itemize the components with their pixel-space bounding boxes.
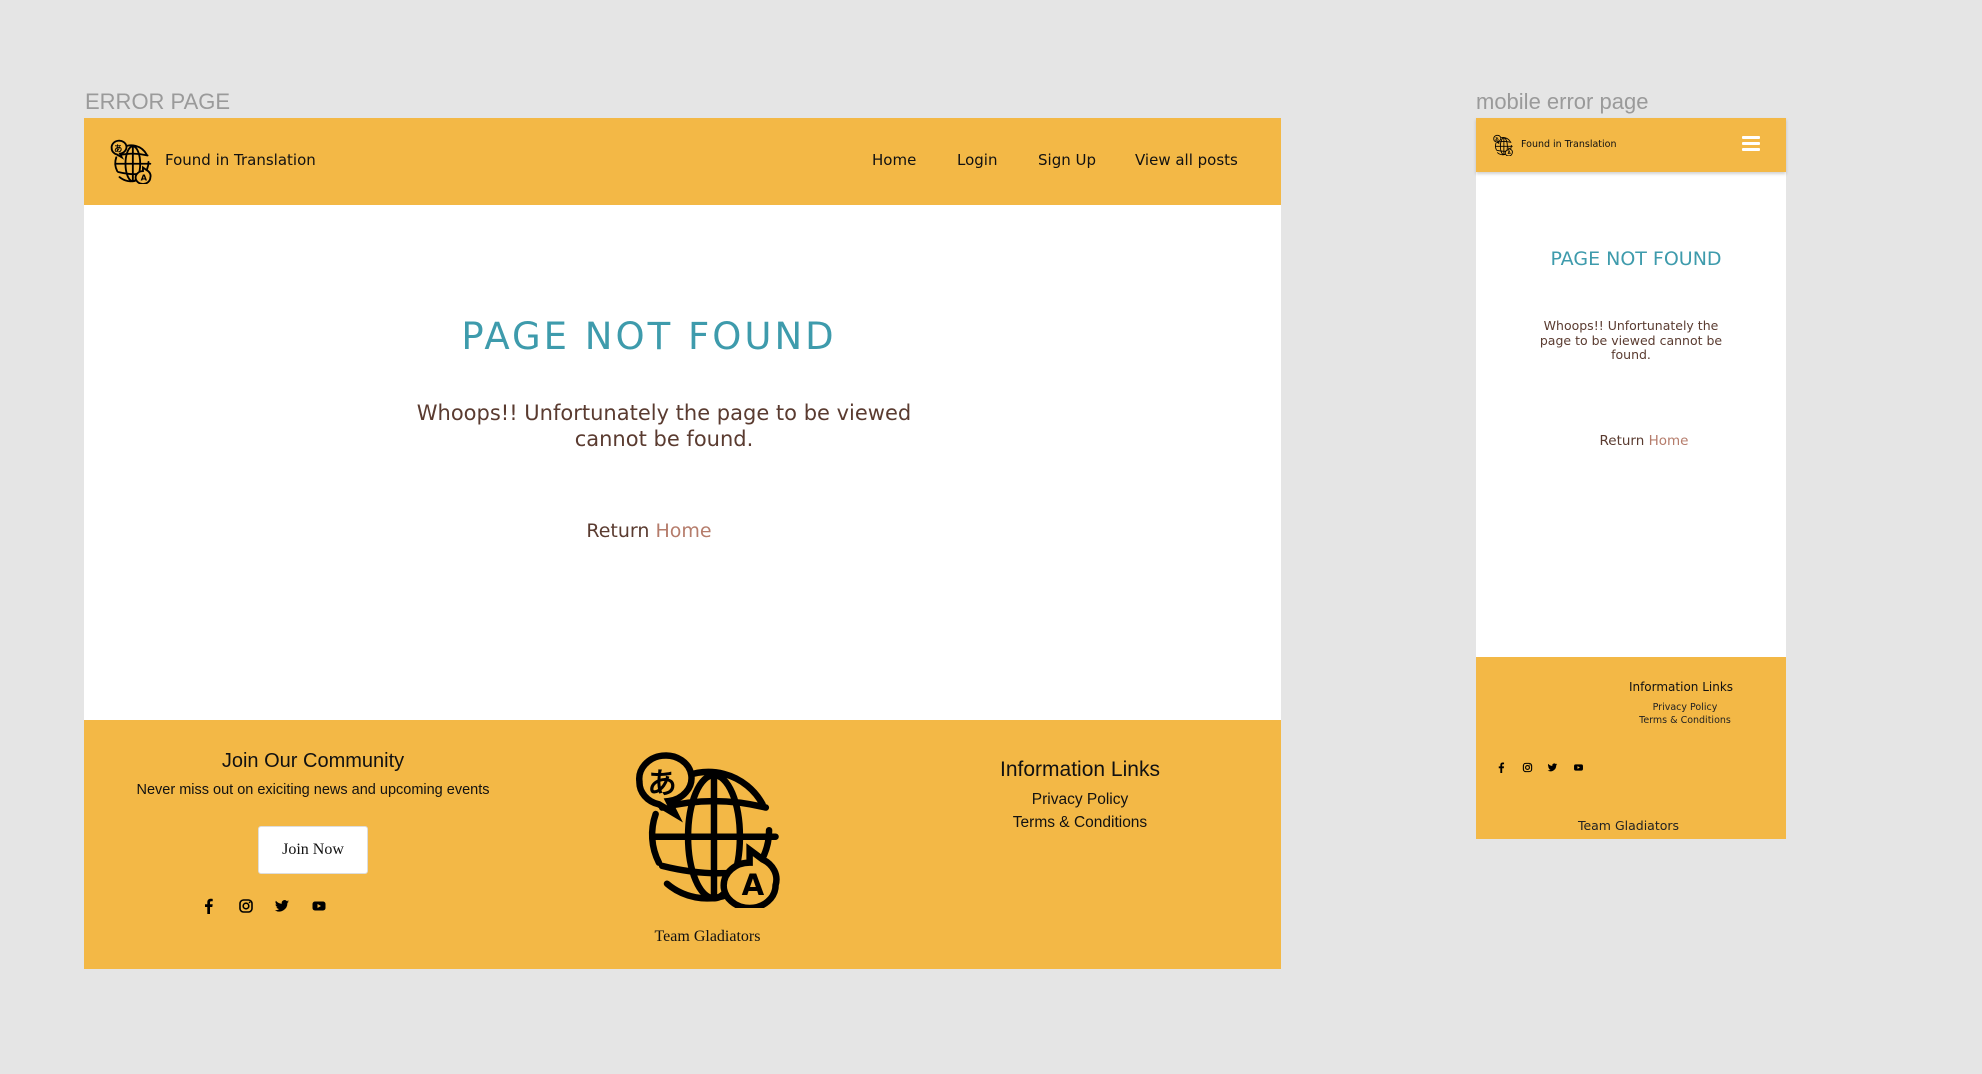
info-links-title: Information Links (1000, 758, 1160, 781)
terms-conditions-link[interactable]: Terms & Conditions (1606, 715, 1764, 726)
community-subtitle: Never miss out on exiciting news and upc… (136, 782, 490, 798)
instagram-icon[interactable] (1522, 762, 1533, 773)
brand-name[interactable]: Found in Translation (1521, 139, 1616, 150)
error-message: Whoops!! Unfortunately the page to be vi… (416, 401, 912, 451)
desktop-frame-label: ERROR PAGE (85, 89, 231, 114)
desktop-error-page: Found in Translation Home Login Sign Up … (84, 118, 1281, 969)
nav-login[interactable]: Login (957, 151, 997, 169)
return-prefix: Return (1599, 433, 1645, 449)
page-title: PAGE NOT FOUND (461, 314, 837, 358)
brand-name[interactable]: Found in Translation (165, 151, 316, 169)
twitter-icon[interactable] (1547, 762, 1558, 773)
youtube-icon[interactable] (1573, 762, 1584, 773)
privacy-policy-link[interactable]: Privacy Policy (954, 791, 1206, 809)
globe-translate-icon[interactable] (106, 138, 156, 184)
globe-translate-icon (620, 746, 795, 908)
youtube-icon[interactable] (311, 898, 327, 914)
team-name: Team Gladiators (654, 928, 761, 945)
nav-view-all-posts[interactable]: View all posts (1135, 151, 1238, 169)
info-links-title: Information Links (1628, 680, 1734, 694)
home-link[interactable]: Home (656, 520, 712, 542)
mobile-error-page: Found in Translation PAGE NOT FOUND Whoo… (1476, 118, 1786, 839)
terms-conditions-link[interactable]: Terms & Conditions (954, 814, 1206, 832)
site-header: Found in Translation Home Login Sign Up … (84, 118, 1281, 205)
facebook-icon[interactable] (1496, 762, 1507, 773)
site-footer: Join Our Community Never miss out on exi… (84, 720, 1281, 969)
mobile-frame-label: mobile error page (1476, 89, 1649, 114)
error-message: Whoops!! Unfortunately the page to be vi… (1539, 318, 1723, 362)
mobile-header: Found in Translation (1476, 118, 1786, 172)
privacy-policy-link[interactable]: Privacy Policy (1606, 702, 1764, 713)
community-title: Join Our Community (221, 750, 405, 772)
twitter-icon[interactable] (274, 898, 290, 914)
instagram-icon[interactable] (238, 898, 254, 914)
join-now-button[interactable]: Join Now (258, 826, 368, 874)
team-name: Team Gladiators (1577, 818, 1680, 833)
nav-sign-up[interactable]: Sign Up (1038, 151, 1096, 169)
globe-translate-icon[interactable] (1492, 134, 1514, 156)
home-link[interactable]: Home (1649, 433, 1689, 449)
mobile-footer: Information Links Privacy Policy Terms &… (1476, 657, 1786, 839)
nav-home[interactable]: Home (872, 151, 916, 169)
hamburger-menu-icon[interactable] (1742, 136, 1760, 152)
facebook-icon[interactable] (201, 898, 217, 914)
return-prefix: Return (586, 520, 650, 542)
return-home-line: Return Home (84, 520, 1214, 542)
page-title: PAGE NOT FOUND (1550, 248, 1722, 270)
return-home-line: Return Home (1476, 433, 1812, 449)
